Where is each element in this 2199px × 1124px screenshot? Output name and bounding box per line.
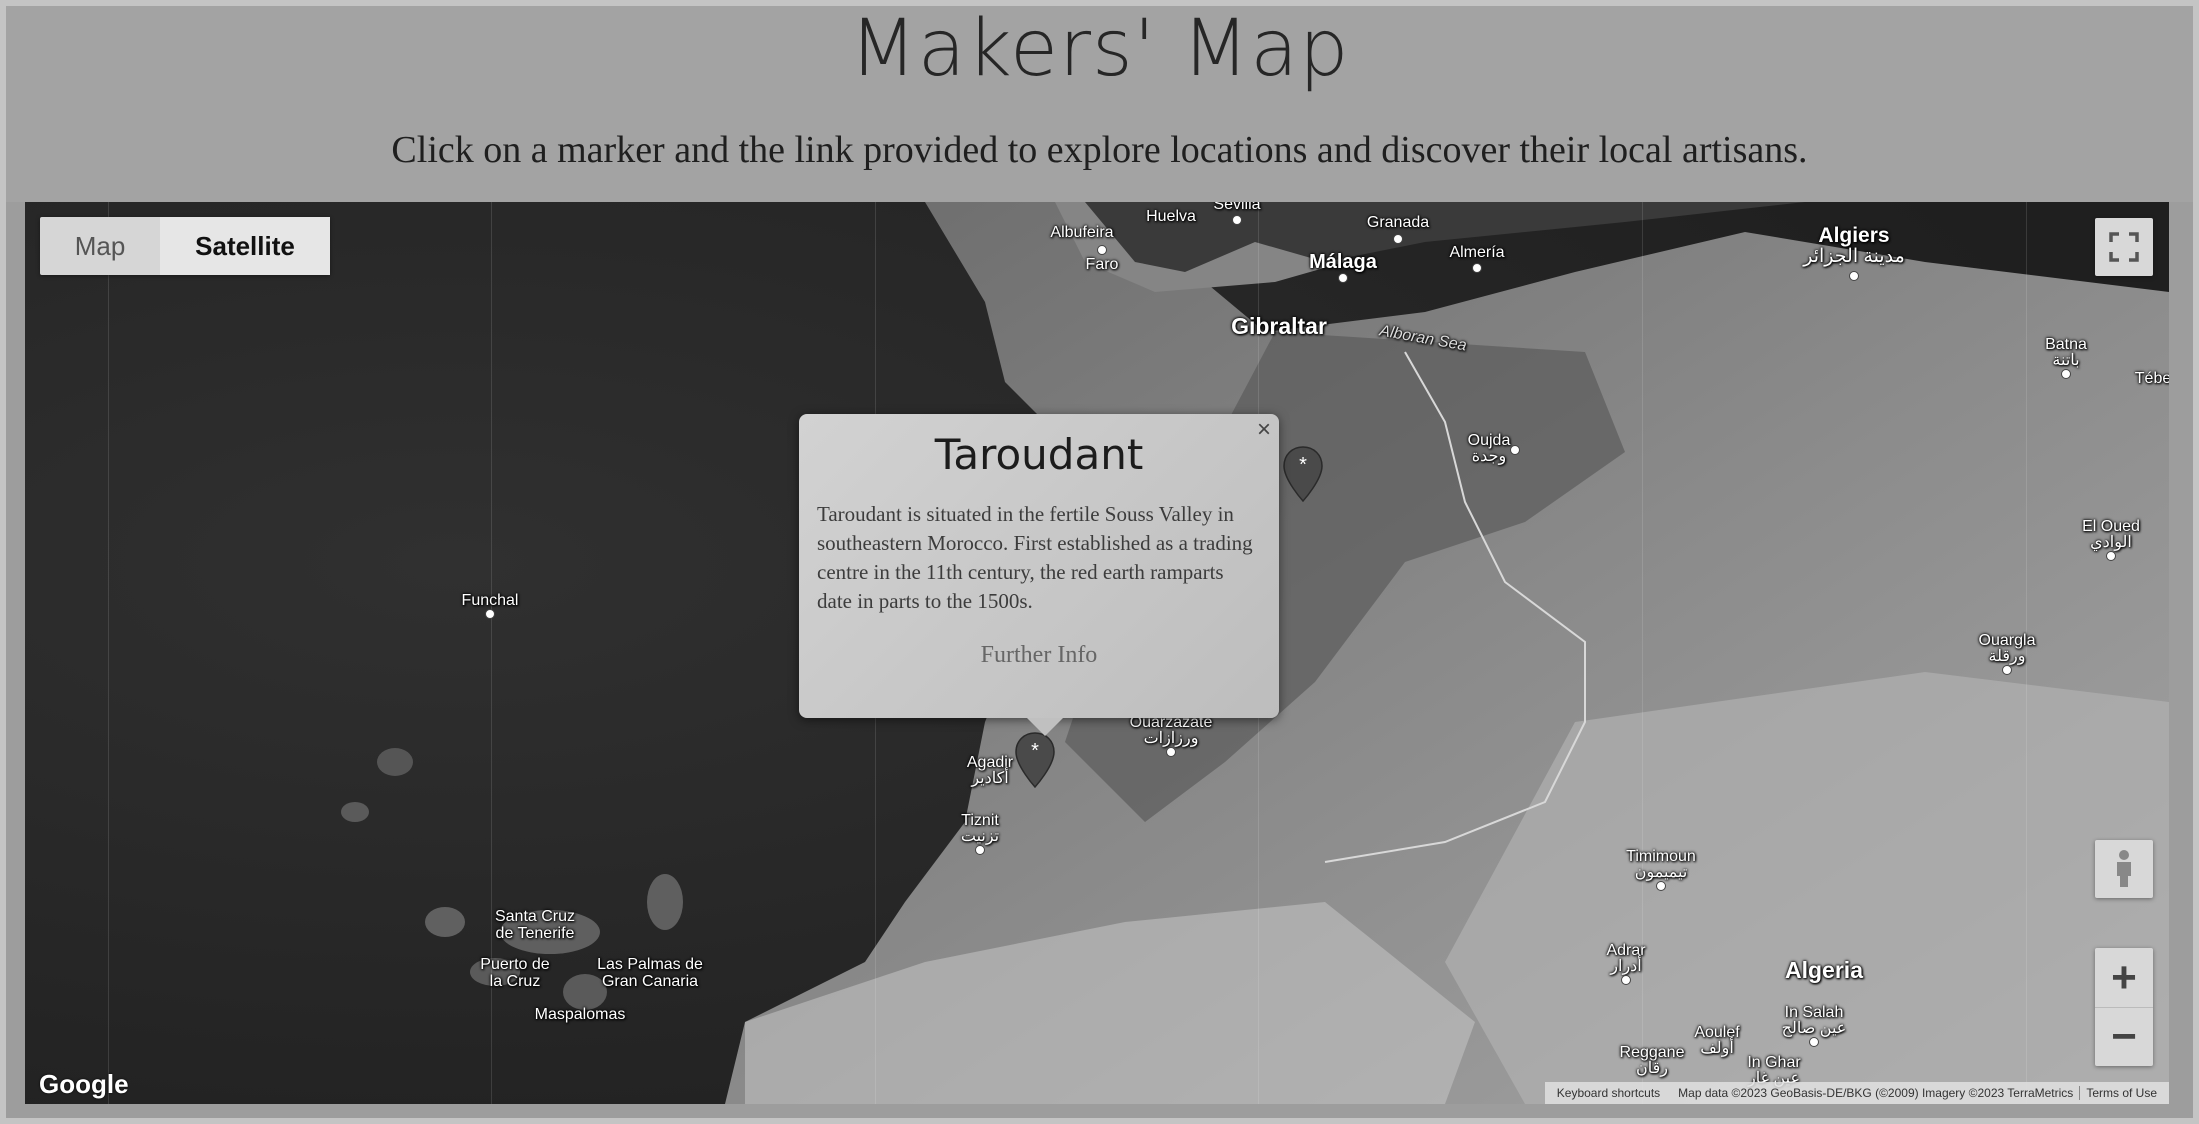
label-tebessa: Tébe <box>2134 370 2169 387</box>
label-aoulef-ar: أولف <box>1700 1040 1734 1057</box>
label-ouarzazate-ar: ورزازات <box>1143 730 1199 747</box>
fullscreen-button[interactable] <box>2095 218 2153 276</box>
label-el-oued: El Oued <box>2082 518 2140 535</box>
label-el-oued-ar: الوادي <box>2090 534 2132 551</box>
label-santa-cruz: Santa Cruz de Tenerife <box>494 908 576 942</box>
label-agadir-ar: أكادير <box>971 770 1009 787</box>
label-almeria: Almería <box>1449 244 1505 261</box>
label-funchal: Funchal <box>461 592 519 609</box>
city-dot <box>1849 271 1859 281</box>
info-window-description: Taroudant is situated in the fertile Sou… <box>817 502 1253 613</box>
city-dot <box>1097 245 1107 255</box>
label-timimoun-ar: تيميمون <box>1634 864 1688 881</box>
label-granada: Granada <box>1366 214 1430 231</box>
page-subtitle: Click on a marker and the link provided … <box>391 129 1808 171</box>
google-logo: Google <box>39 1069 129 1099</box>
city-dot <box>2061 369 2071 379</box>
label-algeria: Algeria <box>1785 957 1863 983</box>
label-malaga: Málaga <box>1309 251 1377 273</box>
label-algiers: Algiers <box>1818 224 1890 247</box>
label-adrar-ar: أدرار <box>1610 958 1642 975</box>
map-marker-taroudant[interactable]: * <box>1015 732 1055 788</box>
fullscreen-icon <box>2109 232 2139 262</box>
map-type-map-button[interactable]: Map <box>40 217 160 275</box>
label-sevilla: Sevilla <box>1213 202 1261 213</box>
zoom-in-button[interactable]: + <box>2095 949 2153 1008</box>
zoom-control: + − <box>2095 948 2153 1066</box>
label-gibraltar: Gibraltar <box>1231 313 1327 339</box>
map-marker-north[interactable]: * <box>1283 446 1323 502</box>
city-dot <box>1472 263 1482 273</box>
label-timimoun: Timimoun <box>1626 848 1696 865</box>
city-dot <box>1621 975 1631 985</box>
label-albufeira: Albufeira <box>1050 224 1114 241</box>
label-agadir: Agadir <box>966 754 1014 771</box>
label-ouargla-ar: ورقلة <box>1988 648 2026 665</box>
keyboard-shortcuts-link[interactable]: Keyboard shortcuts <box>1551 1086 1672 1100</box>
attribution-bar: Keyboard shortcuts Map data ©2023 GeoBas… <box>1544 1082 2169 1104</box>
label-aoulef: Aoulef <box>1694 1024 1740 1041</box>
zoom-out-button[interactable]: − <box>2095 1008 2153 1066</box>
label-huelva: Huelva <box>1146 208 1196 225</box>
marker-symbol: * <box>1299 454 1307 476</box>
label-batna: Batna <box>2045 336 2087 353</box>
label-oujda: Oujda <box>1467 432 1511 449</box>
label-tiznit-ar: تزنيت <box>960 828 1000 845</box>
city-dot <box>1232 215 1242 225</box>
city-dot <box>1393 234 1403 244</box>
label-batna-ar: باتنة <box>2052 352 2080 369</box>
info-window: × Taroudant Taroudant is situated in the… <box>799 414 1279 736</box>
terms-of-use-link[interactable]: Terms of Use <box>2079 1086 2163 1100</box>
label-in-ghar: In Ghar <box>1747 1054 1801 1071</box>
label-algiers-ar: مدينة الجزائر <box>1803 246 1905 267</box>
info-window-title: Taroudant <box>934 430 1144 479</box>
label-faro: Faro <box>1085 256 1119 273</box>
page-header: Makers' Map Click on a marker and the li… <box>0 0 2199 202</box>
pegman-icon <box>2117 850 2131 887</box>
label-in-salah-ar: عين صالح <box>1781 1020 1847 1037</box>
label-ouargla: Ouargla <box>1978 632 2036 649</box>
marker-symbol: * <box>1031 740 1039 762</box>
label-in-salah: In Salah <box>1784 1004 1844 1021</box>
city-dot <box>2106 551 2116 561</box>
city-dot <box>975 845 985 855</box>
city-dot <box>1809 1037 1819 1047</box>
city-dot <box>1510 445 1520 455</box>
label-reggane: Reggane <box>1619 1044 1685 1061</box>
map-type-satellite-button[interactable]: Satellite <box>160 217 330 275</box>
label-puerto-de-la-cruz: Puerto de la Cruz <box>480 956 550 990</box>
label-las-palmas: Las Palmas de Gran Canaria <box>597 956 703 990</box>
city-dot <box>2002 665 2012 675</box>
city-dot <box>1656 881 1666 891</box>
city-dot <box>1166 747 1176 757</box>
city-dot <box>485 609 495 619</box>
further-info-link[interactable]: Further Info <box>799 642 1279 669</box>
street-view-pegman[interactable] <box>2095 840 2153 898</box>
label-reggane-ar: رقان <box>1636 1060 1668 1077</box>
label-oujda-ar: وجدة <box>1471 448 1507 465</box>
label-maspalomas: Maspalomas <box>534 1006 626 1023</box>
map-data-attribution: Map data ©2023 GeoBasis-DE/BKG (©2009) I… <box>1678 1086 2074 1100</box>
label-tiznit: Tiznit <box>961 812 999 829</box>
page-title: Makers' Map <box>849 4 1350 94</box>
city-dot <box>1338 273 1348 283</box>
label-adrar: Adrar <box>1606 942 1646 959</box>
map-type-control: Map Satellite <box>40 217 330 275</box>
